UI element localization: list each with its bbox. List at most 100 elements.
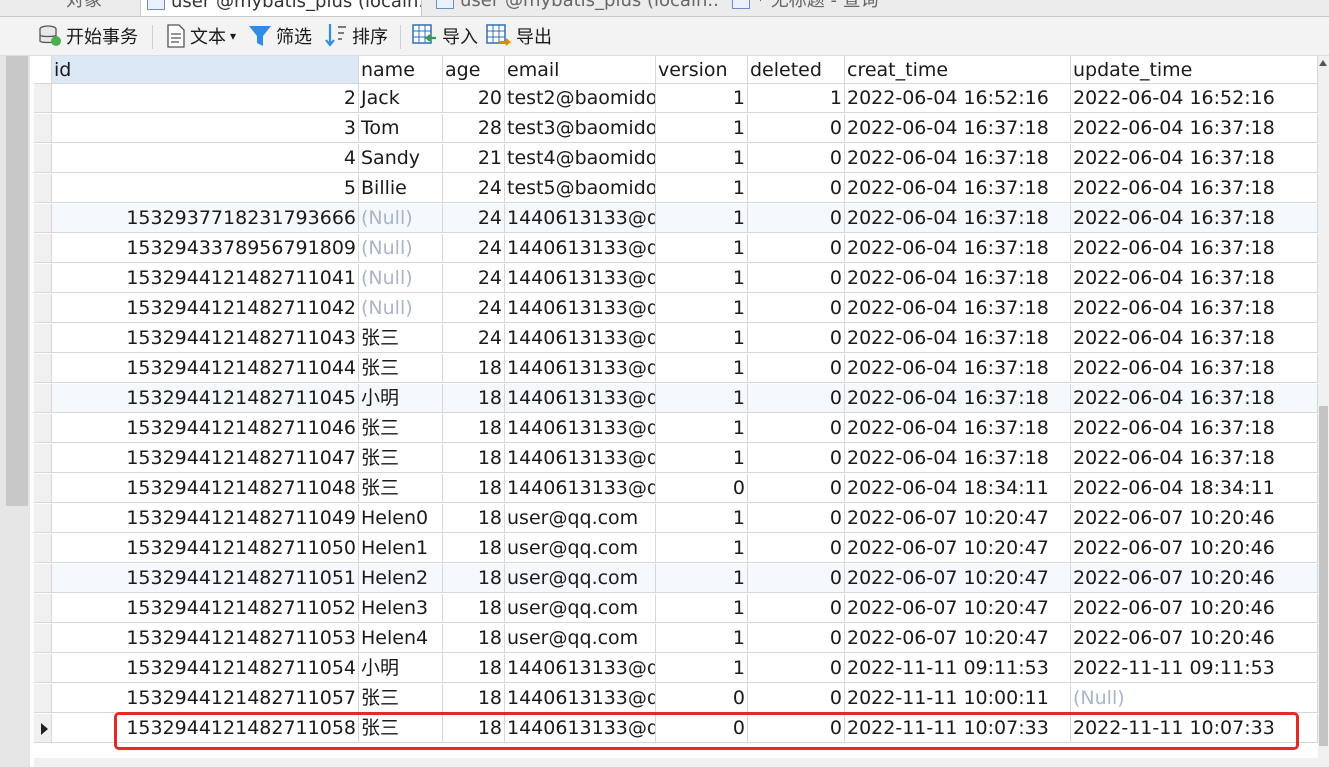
cell-version[interactable]: 1	[656, 504, 748, 533]
cell-update-time[interactable]: 2022-06-04 18:34:11	[1071, 474, 1318, 503]
table-row[interactable]: 1532943378956791809(Null)241440613133@qq…	[34, 234, 1318, 264]
cell-id[interactable]: 1532944121482711042	[52, 294, 359, 323]
cell-deleted[interactable]: 0	[748, 684, 845, 713]
cell-version[interactable]: 1	[656, 324, 748, 353]
cell-id[interactable]: 4	[52, 144, 359, 173]
filter-button[interactable]: 筛选	[248, 23, 312, 49]
cell-deleted[interactable]: 0	[748, 204, 845, 233]
row-indicator[interactable]	[34, 624, 52, 653]
cell-age[interactable]: 18	[443, 354, 505, 383]
cell-email[interactable]: 1440613133@qq.com	[505, 384, 656, 413]
left-scroll-thumb[interactable]	[6, 56, 28, 506]
cell-email[interactable]: test4@baomidou.com	[505, 144, 656, 173]
cell-id[interactable]: 1532944121482711054	[52, 654, 359, 683]
cell-deleted[interactable]: 0	[748, 504, 845, 533]
row-indicator[interactable]	[34, 594, 52, 623]
cell-name[interactable]: Helen3	[359, 594, 443, 623]
row-indicator[interactable]	[34, 714, 52, 743]
horizontal-scrollbar[interactable]	[34, 758, 1318, 767]
cell-deleted[interactable]: 0	[748, 564, 845, 593]
import-button[interactable]: 导入	[412, 23, 478, 49]
cell-update-time[interactable]: 2022-06-04 16:37:18	[1071, 324, 1318, 353]
cell-age[interactable]: 18	[443, 444, 505, 473]
cell-creat-time[interactable]: 2022-11-11 10:07:33	[845, 714, 1071, 743]
column-header-id[interactable]: id	[52, 56, 359, 84]
cell-update-time[interactable]: 2022-06-04 16:37:18	[1071, 204, 1318, 233]
cell-name[interactable]: (Null)	[359, 234, 443, 263]
row-indicator[interactable]	[34, 564, 52, 593]
cell-email[interactable]: user@qq.com	[505, 504, 656, 533]
cell-name[interactable]: 张三	[359, 714, 443, 743]
cell-id[interactable]: 1532944121482711051	[52, 564, 359, 593]
sort-button[interactable]: 排序	[324, 23, 388, 49]
cell-email[interactable]: 1440613133@qq.com	[505, 714, 656, 743]
cell-creat-time[interactable]: 2022-06-04 16:37:18	[845, 414, 1071, 443]
cell-creat-time[interactable]: 2022-06-04 16:37:18	[845, 204, 1071, 233]
begin-transaction-button[interactable]: 开始事务	[38, 23, 138, 49]
table-row[interactable]: 1532944121482711045小明181440613133@qq.com…	[34, 384, 1318, 414]
table-row[interactable]: 1532944121482711043张三241440613133@qq.com…	[34, 324, 1318, 354]
cell-age[interactable]: 18	[443, 654, 505, 683]
cell-id[interactable]: 1532944121482711046	[52, 414, 359, 443]
cell-name[interactable]: 张三	[359, 444, 443, 473]
cell-update-time[interactable]: 2022-06-04 16:37:18	[1071, 384, 1318, 413]
cell-update-time[interactable]: 2022-06-04 16:37:18	[1071, 354, 1318, 383]
cell-id[interactable]: 1532944121482711050	[52, 534, 359, 563]
cell-version[interactable]: 1	[656, 354, 748, 383]
table-row[interactable]: 1532937718231793666(Null)241440613133@qq…	[34, 204, 1318, 234]
cell-name[interactable]: 张三	[359, 414, 443, 443]
text-button[interactable]: 文本 ▾	[166, 23, 236, 49]
cell-update-time[interactable]: 2022-06-04 16:37:18	[1071, 264, 1318, 293]
cell-id[interactable]: 1532944121482711057	[52, 684, 359, 713]
row-indicator[interactable]	[34, 474, 52, 503]
table-row[interactable]: 1532944121482711054小明181440613133@qq.com…	[34, 654, 1318, 684]
cell-creat-time[interactable]: 2022-06-04 16:37:18	[845, 294, 1071, 323]
cell-update-time[interactable]: 2022-06-04 16:37:18	[1071, 114, 1318, 143]
cell-age[interactable]: 18	[443, 534, 505, 563]
table-row[interactable]: 1532944121482711041(Null)241440613133@qq…	[34, 264, 1318, 294]
cell-id[interactable]: 1532944121482711048	[52, 474, 359, 503]
cell-update-time[interactable]: 2022-11-11 10:07:33	[1071, 714, 1318, 743]
cell-id[interactable]: 1532944121482711045	[52, 384, 359, 413]
cell-version[interactable]: 0	[656, 714, 748, 743]
cell-version[interactable]: 1	[656, 624, 748, 653]
row-indicator[interactable]	[34, 654, 52, 683]
tab-objects[interactable]: 对象	[60, 0, 130, 16]
cell-deleted[interactable]: 0	[748, 624, 845, 653]
cell-creat-time[interactable]: 2022-06-04 16:37:18	[845, 324, 1071, 353]
cell-email[interactable]: 1440613133@qq.com	[505, 474, 656, 503]
cell-deleted[interactable]: 0	[748, 294, 845, 323]
table-row[interactable]: 1532944121482711053 Helen4 18 user@qq.com 1 0…	[34, 624, 1318, 654]
column-header-deleted[interactable]: deleted	[748, 56, 845, 84]
cell-creat-time[interactable]: 2022-06-04 16:37:18	[845, 174, 1071, 203]
cell-version[interactable]: 1	[656, 384, 748, 413]
cell-email[interactable]: user@qq.com	[505, 564, 656, 593]
cell-email[interactable]: 1440613133@qq.com	[505, 294, 656, 323]
cell-age[interactable]: 18	[443, 414, 505, 443]
row-indicator[interactable]	[34, 204, 52, 233]
cell-creat-time[interactable]: 2022-11-11 10:00:11	[845, 684, 1071, 713]
cell-age[interactable]: 24	[443, 294, 505, 323]
cell-deleted[interactable]: 0	[748, 444, 845, 473]
cell-email[interactable]: 1440613133@qq.com	[505, 204, 656, 233]
cell-age[interactable]: 18	[443, 594, 505, 623]
cell-version[interactable]: 1	[656, 144, 748, 173]
cell-name[interactable]: Helen0	[359, 504, 443, 533]
row-indicator[interactable]	[34, 504, 52, 533]
cell-name[interactable]: (Null)	[359, 204, 443, 233]
cell-update-time[interactable]: 2022-06-07 10:20:46	[1071, 504, 1318, 533]
cell-deleted[interactable]: 0	[748, 474, 845, 503]
column-header-name[interactable]: name	[359, 56, 443, 84]
cell-id[interactable]: 1532944121482711053	[52, 624, 359, 653]
column-header-age[interactable]: age	[443, 56, 505, 84]
cell-deleted[interactable]: 0	[748, 144, 845, 173]
cell-version[interactable]: 1	[656, 594, 748, 623]
cell-age[interactable]: 24	[443, 234, 505, 263]
cell-update-time[interactable]: 2022-06-07 10:20:46	[1071, 594, 1318, 623]
row-indicator[interactable]	[34, 684, 52, 713]
cell-id[interactable]: 1532944121482711043	[52, 324, 359, 353]
cell-age[interactable]: 28	[443, 114, 505, 143]
cell-age[interactable]: 18	[443, 684, 505, 713]
export-button[interactable]: 导出	[486, 23, 552, 49]
cell-email[interactable]: 1440613133@qq.com	[505, 264, 656, 293]
